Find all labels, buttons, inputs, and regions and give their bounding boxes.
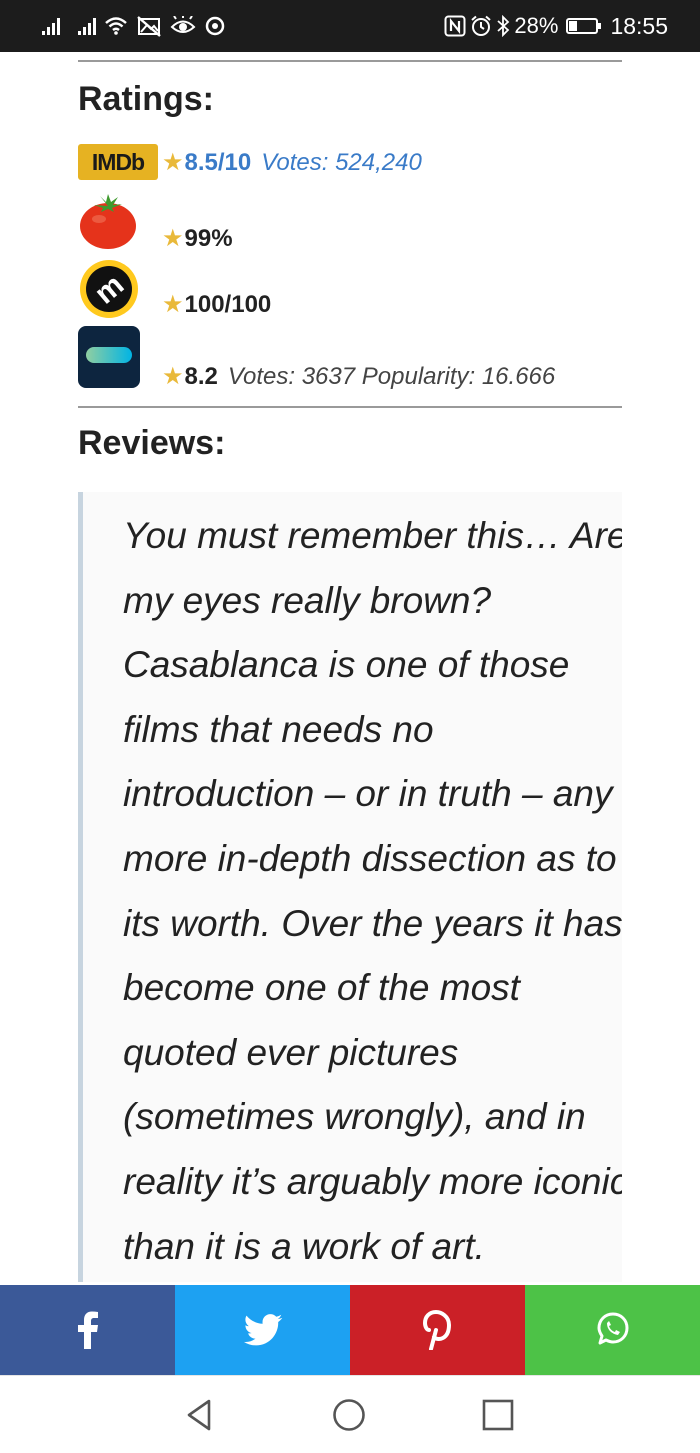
share-facebook-button[interactable] <box>0 1285 175 1375</box>
rating-votes: Votes: 3637 Popularity: 16.666 <box>227 363 556 390</box>
share-twitter-button[interactable] <box>175 1285 350 1375</box>
reviews-heading: Reviews: <box>78 424 226 462</box>
rating-row-rotten-tomatoes: ★ 99% <box>78 192 638 252</box>
rating-row-metacritic: m ★ 100/100 <box>78 258 638 318</box>
back-icon[interactable] <box>183 1398 217 1432</box>
signal-icon <box>78 17 96 35</box>
tmdb-icon[interactable] <box>78 326 140 388</box>
home-icon[interactable] <box>332 1398 366 1432</box>
whatsapp-icon <box>597 1312 628 1345</box>
star-icon: ★ <box>162 363 184 390</box>
rating-tmdb: ★ 8.2 Votes: 3637 Popularity: 16.666 <box>162 362 555 391</box>
facebook-icon <box>77 1311 98 1349</box>
eye-icon <box>170 16 196 33</box>
rating-row-tmdb: ★ 8.2 Votes: 3637 Popularity: 16.666 <box>78 326 638 390</box>
rating-metacritic: ★ 100/100 <box>162 290 271 319</box>
sync-icon <box>205 16 225 36</box>
signal-icon <box>42 17 60 35</box>
star-icon: ★ <box>162 149 184 176</box>
rating-score: 8.2 <box>184 363 218 390</box>
tomato-icon[interactable] <box>78 192 138 250</box>
review-text: You must remember this… Are my eyes real… <box>123 515 622 1267</box>
no-image-icon <box>137 16 161 37</box>
clock: 18:55 <box>610 12 668 39</box>
battery-level <box>569 21 577 31</box>
metacritic-icon[interactable]: m <box>78 258 140 320</box>
bluetooth-icon <box>497 15 510 37</box>
share-pinterest-button[interactable] <box>350 1285 525 1375</box>
wifi-icon <box>105 17 127 35</box>
star-icon: ★ <box>162 291 184 318</box>
rating-imdb: ★ 8.5/10 Votes: 524,240 <box>162 148 422 177</box>
divider <box>78 406 622 408</box>
battery-percent: 28% <box>514 13 559 38</box>
rating-score: 99% <box>184 225 233 252</box>
alarm-icon <box>471 15 492 36</box>
divider <box>78 60 622 62</box>
share-whatsapp-button[interactable] <box>525 1285 700 1375</box>
pinterest-icon <box>422 1310 451 1350</box>
battery-icon <box>566 18 602 34</box>
status-left-icons <box>42 12 226 40</box>
twitter-icon <box>243 1314 282 1346</box>
ratings-heading: Ratings: <box>78 80 214 118</box>
rating-rotten-tomatoes: ★ 99% <box>162 224 233 253</box>
status-right-icons: 28% 18:55 <box>444 10 668 42</box>
star-icon: ★ <box>162 225 184 252</box>
share-bar <box>0 1285 700 1375</box>
rating-score: 100/100 <box>184 291 272 318</box>
imdb-logo[interactable]: IMDb <box>78 144 158 180</box>
review-quote: You must remember this… Are my eyes real… <box>78 492 622 1282</box>
rating-score: 8.5/10 <box>184 149 252 176</box>
rating-votes: Votes: 524,240 <box>261 149 422 176</box>
recents-icon[interactable] <box>481 1398 515 1432</box>
navigation-bar <box>0 1375 700 1453</box>
nfc-icon <box>444 15 466 37</box>
status-bar: 28% 18:55 <box>0 0 700 52</box>
